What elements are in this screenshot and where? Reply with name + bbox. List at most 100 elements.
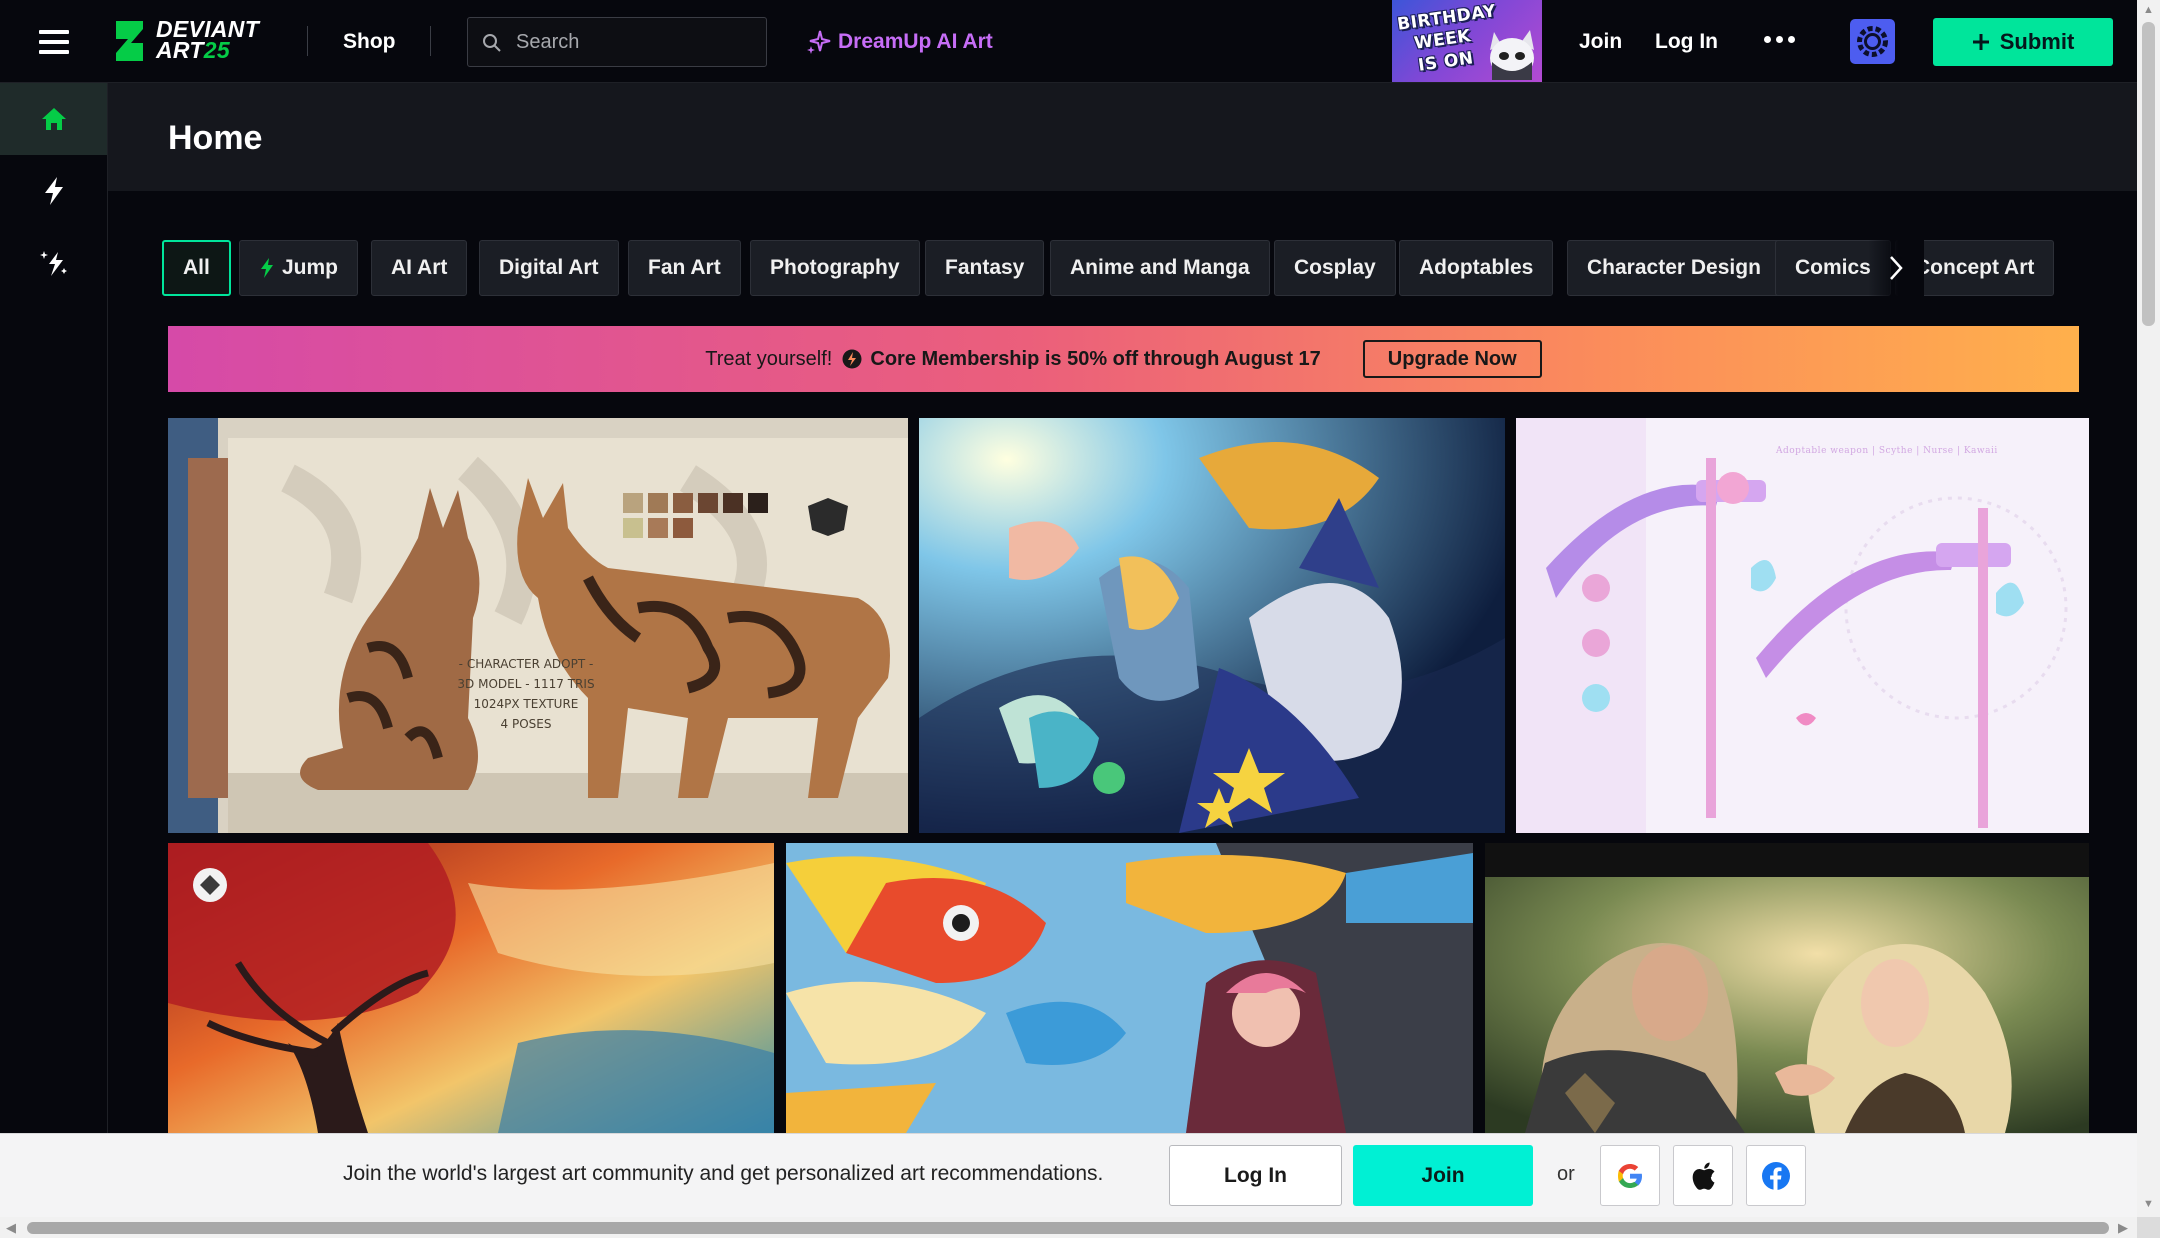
search-input[interactable] bbox=[516, 27, 756, 57]
top-navigation-bar: DEVIANT ART25 Shop DreamUp AI Art BIRTHD… bbox=[0, 0, 2137, 83]
gear-icon bbox=[1857, 26, 1888, 57]
vertical-scrollbar[interactable]: ▲ ▼ bbox=[2137, 0, 2160, 1217]
cat-mascot-icon bbox=[1490, 30, 1534, 80]
chip-digital-art[interactable]: Digital Art bbox=[479, 240, 619, 296]
lightning-icon bbox=[261, 258, 273, 278]
gallery-tile-autumn-tree[interactable] bbox=[168, 843, 774, 1133]
artwork-lynx-adopt bbox=[168, 418, 908, 833]
google-icon bbox=[1618, 1163, 1642, 1188]
chip-label: Digital Art bbox=[499, 256, 599, 279]
sparkle-icon bbox=[39, 251, 67, 276]
page-title: Home bbox=[168, 119, 263, 157]
chip-label: Adoptables bbox=[1419, 256, 1534, 279]
chip-label: Fan Art bbox=[648, 256, 721, 279]
promo-lead-text: Treat yourself! bbox=[705, 347, 833, 370]
facebook-signin-button[interactable] bbox=[1746, 1145, 1806, 1206]
facebook-icon bbox=[1762, 1161, 1790, 1190]
chip-cosplay[interactable]: Cosplay bbox=[1274, 240, 1396, 296]
chip-label: AI Art bbox=[391, 256, 448, 279]
vertical-scroll-thumb[interactable] bbox=[2142, 22, 2155, 326]
joinbar-join-button[interactable]: Join bbox=[1353, 1145, 1533, 1206]
chevron-right-icon bbox=[1890, 256, 1903, 280]
chip-adoptables[interactable]: Adoptables bbox=[1399, 240, 1554, 296]
apple-icon bbox=[1692, 1162, 1715, 1190]
join-prompt-text: Join the world's largest art community a… bbox=[343, 1162, 1104, 1185]
divider bbox=[307, 26, 308, 56]
chip-label: Anime and Manga bbox=[1070, 256, 1250, 279]
scroll-right-arrow-icon[interactable]: ▶ bbox=[2118, 1220, 2128, 1236]
submit-button[interactable]: Submit bbox=[1933, 18, 2113, 66]
chip-jump[interactable]: Jump bbox=[239, 240, 359, 296]
artwork-koinobori bbox=[786, 843, 1473, 1133]
scroll-left-arrow-icon[interactable]: ◀ bbox=[6, 1220, 16, 1236]
chip-fantasy[interactable]: Fantasy bbox=[925, 240, 1045, 296]
sparkle-icon bbox=[807, 30, 831, 54]
chip-label: Cosplay bbox=[1294, 256, 1376, 279]
adopt-caption: - CHARACTER ADOPT - 3D MODEL - 1117 TRIS… bbox=[426, 654, 626, 734]
chip-ai-art[interactable]: AI Art bbox=[371, 240, 468, 296]
search-field[interactable] bbox=[467, 17, 767, 67]
page-header: Home bbox=[108, 83, 2137, 191]
scroll-up-arrow-icon[interactable]: ▲ bbox=[2143, 4, 2154, 16]
chip-label: Character Design bbox=[1587, 256, 1761, 279]
profile-avatar-button[interactable] bbox=[1850, 19, 1895, 64]
artwork-pony-wizards bbox=[919, 418, 1505, 833]
lightning-icon bbox=[44, 177, 63, 205]
core-badge-icon bbox=[842, 349, 862, 369]
plus-icon bbox=[1972, 34, 1989, 50]
promo-message: Core Membership is 50% off through Augus… bbox=[870, 347, 1321, 370]
divider bbox=[430, 26, 431, 56]
caption-line: 4 POSES bbox=[500, 717, 552, 731]
artwork-elf-cosplay bbox=[1485, 843, 2089, 1133]
caption-line: 1024PX TEXTURE bbox=[473, 697, 579, 711]
chip-label: Concept Art bbox=[1915, 256, 2035, 279]
chip-photography[interactable]: Photography bbox=[750, 240, 920, 296]
sidebar-item-jump[interactable] bbox=[0, 155, 107, 227]
chip-anime-and-manga[interactable]: Anime and Manga bbox=[1050, 240, 1270, 296]
sidebar-item-dreamup[interactable] bbox=[0, 227, 107, 299]
shop-link[interactable]: Shop bbox=[343, 30, 396, 54]
chip-label: All bbox=[183, 256, 210, 279]
artwork-autumn-tree bbox=[168, 843, 774, 1133]
dreamup-label: DreamUp AI Art bbox=[838, 30, 993, 53]
login-link[interactable]: Log In bbox=[1655, 30, 1718, 54]
gallery-tile-elf-cosplay[interactable] bbox=[1485, 843, 2089, 1133]
google-signin-button[interactable] bbox=[1600, 1145, 1660, 1206]
chip-scroll-right-button[interactable] bbox=[1868, 240, 1924, 296]
search-icon bbox=[483, 34, 501, 52]
or-separator: or bbox=[1557, 1163, 1575, 1185]
horizontal-scroll-thumb[interactable] bbox=[27, 1222, 2109, 1234]
sidebar-item-home[interactable] bbox=[0, 83, 107, 155]
deviantart-logo[interactable]: DEVIANT ART25 bbox=[112, 16, 272, 63]
core-membership-promo-banner: Treat yourself! Core Membership is 50% o… bbox=[168, 326, 2079, 392]
gallery-tile-pony-wizards[interactable] bbox=[919, 418, 1505, 833]
more-options-icon[interactable] bbox=[1764, 36, 1795, 43]
logo-wordmark: DEVIANT ART25 bbox=[156, 16, 260, 63]
dreamup-link[interactable]: DreamUp AI Art bbox=[806, 29, 993, 55]
join-prompt-bar: Join the world's largest art community a… bbox=[0, 1133, 2137, 1217]
scrollbar-corner bbox=[2137, 1217, 2160, 1238]
artwork-kawaii-scythe bbox=[1516, 418, 2089, 833]
scythe-caption: Adoptable weapon | Scythe | Nurse | Kawa… bbox=[1776, 446, 1998, 456]
gallery-tile-lynx-adopt[interactable]: - CHARACTER ADOPT - 3D MODEL - 1117 TRIS… bbox=[168, 418, 908, 833]
category-chip-bar: All Jump AI Art Digital Art Fan Art Phot… bbox=[162, 240, 2078, 296]
hamburger-menu-icon[interactable] bbox=[39, 30, 69, 54]
joinbar-login-button[interactable]: Log In bbox=[1169, 1145, 1342, 1206]
home-icon bbox=[41, 108, 66, 130]
upgrade-now-button[interactable]: Upgrade Now bbox=[1362, 340, 1542, 378]
chip-label: Jump bbox=[282, 256, 339, 279]
horizontal-scrollbar[interactable]: ◀ ▶ bbox=[0, 1217, 2137, 1238]
gallery-tile-kawaii-scythe[interactable]: Adoptable weapon | Scythe | Nurse | Kawa… bbox=[1516, 418, 2089, 833]
chip-all[interactable]: All bbox=[162, 240, 231, 296]
chip-character-design[interactable]: Character Design bbox=[1567, 240, 1781, 296]
deviantart-logo-icon bbox=[116, 21, 143, 61]
scroll-down-arrow-icon[interactable]: ▼ bbox=[2143, 1198, 2154, 1210]
join-link[interactable]: Join bbox=[1579, 30, 1622, 54]
left-sidebar bbox=[0, 83, 108, 1133]
chip-fan-art[interactable]: Fan Art bbox=[628, 240, 741, 296]
birthday-week-banner[interactable]: BIRTHDAY WEEK IS ON bbox=[1392, 0, 1542, 82]
submit-label: Submit bbox=[1999, 29, 2075, 54]
gallery-tile-koinobori[interactable] bbox=[786, 843, 1473, 1133]
apple-signin-button[interactable] bbox=[1673, 1145, 1733, 1206]
chip-label: Photography bbox=[770, 256, 900, 279]
